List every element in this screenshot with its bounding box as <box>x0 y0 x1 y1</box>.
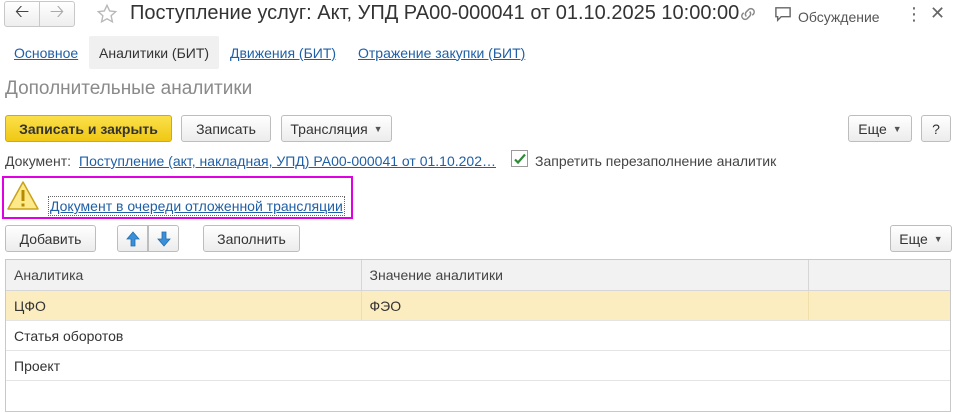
close-icon[interactable]: ✕ <box>930 3 945 24</box>
discussion-label: Обсуждение <box>798 8 880 25</box>
arrow-right-icon: 🡢 <box>49 1 65 21</box>
table-row[interactable]: ЦФО ФЭО <box>6 290 950 321</box>
cell-extra <box>808 350 950 381</box>
save-button[interactable]: Записать <box>181 115 271 142</box>
section-title: Дополнительные аналитики <box>5 78 253 99</box>
table-row[interactable]: Статья оборотов <box>6 320 950 351</box>
arrow-up-icon <box>125 230 140 246</box>
more-label: Еще <box>858 120 887 137</box>
help-button[interactable]: ? <box>921 115 951 142</box>
move-up-button[interactable] <box>117 225 148 252</box>
chat-icon <box>774 6 792 27</box>
column-header-value[interactable]: Значение аналитики <box>361 260 809 291</box>
prevent-refill-checkbox[interactable] <box>511 150 528 167</box>
save-and-close-button[interactable]: Записать и закрыть <box>5 115 172 142</box>
table-more-button[interactable]: Еще ▼ <box>890 225 952 252</box>
caret-down-icon: ▼ <box>933 233 943 244</box>
move-down-button[interactable] <box>148 225 179 252</box>
cell-value[interactable] <box>361 350 808 381</box>
arrow-down-icon <box>156 231 171 247</box>
caret-down-icon: ▼ <box>373 123 383 134</box>
deferred-translation-link[interactable]: Документ в очереди отложенной трансляции <box>48 196 345 216</box>
cell-analytic[interactable]: ЦФО <box>6 290 362 321</box>
window-title: Поступление услуг: Акт, УПД РА00-000041 … <box>130 2 740 24</box>
arrow-left-icon: 🡠 <box>14 1 30 21</box>
prevent-refill-label: Запретить перезаполнение аналитик <box>535 153 777 169</box>
cell-extra <box>808 290 950 321</box>
more-menu-icon[interactable]: ⋮ <box>905 4 923 25</box>
tab-purchase-reflection[interactable]: Отражение закупки (БИТ) <box>348 36 535 69</box>
cell-analytic[interactable]: Статья оборотов <box>6 320 361 351</box>
save-and-close-label: Записать и закрыть <box>19 120 158 137</box>
link-icon[interactable] <box>738 5 758 28</box>
tab-main[interactable]: Основное <box>4 36 88 69</box>
translation-label: Трансляция <box>290 120 368 137</box>
column-header-analytic[interactable]: Аналитика <box>6 260 362 291</box>
add-label: Добавить <box>19 230 82 247</box>
caret-down-icon: ▼ <box>892 123 902 134</box>
document-label: Документ: <box>5 153 71 169</box>
table-row[interactable]: Проект <box>6 350 950 381</box>
cell-value[interactable]: ФЭО <box>361 290 809 321</box>
forward-button[interactable]: 🡢 <box>39 1 75 27</box>
translation-dropdown-button[interactable]: Трансляция ▼ <box>281 115 392 142</box>
add-button[interactable]: Добавить <box>5 225 96 252</box>
discussion-button[interactable]: Обсуждение <box>774 6 880 27</box>
cell-extra <box>808 320 950 351</box>
back-button[interactable]: 🡠 <box>4 1 40 27</box>
help-label: ? <box>932 120 940 137</box>
tab-analytics[interactable]: Аналитики (БИТ) <box>89 36 220 69</box>
more-button[interactable]: Еще ▼ <box>848 115 912 142</box>
cell-value[interactable] <box>361 320 808 351</box>
analytics-table[interactable]: Аналитика Значение аналитики ЦФО ФЭО Ста… <box>5 259 951 412</box>
fill-label: Заполнить <box>217 230 286 247</box>
checkmark-icon <box>513 153 526 164</box>
document-link[interactable]: Поступление (акт, накладная, УПД) РА00-0… <box>79 153 496 169</box>
column-header-extra <box>808 260 950 291</box>
table-more-label: Еще <box>899 230 928 247</box>
save-label: Записать <box>196 120 256 137</box>
favorite-star-icon[interactable] <box>94 0 120 28</box>
warning-icon <box>6 180 40 217</box>
fill-button[interactable]: Заполнить <box>203 225 300 252</box>
cell-analytic[interactable]: Проект <box>6 350 361 381</box>
table-header-row: Аналитика Значение аналитики <box>6 260 950 291</box>
tab-movements[interactable]: Движения (БИТ) <box>220 36 346 69</box>
